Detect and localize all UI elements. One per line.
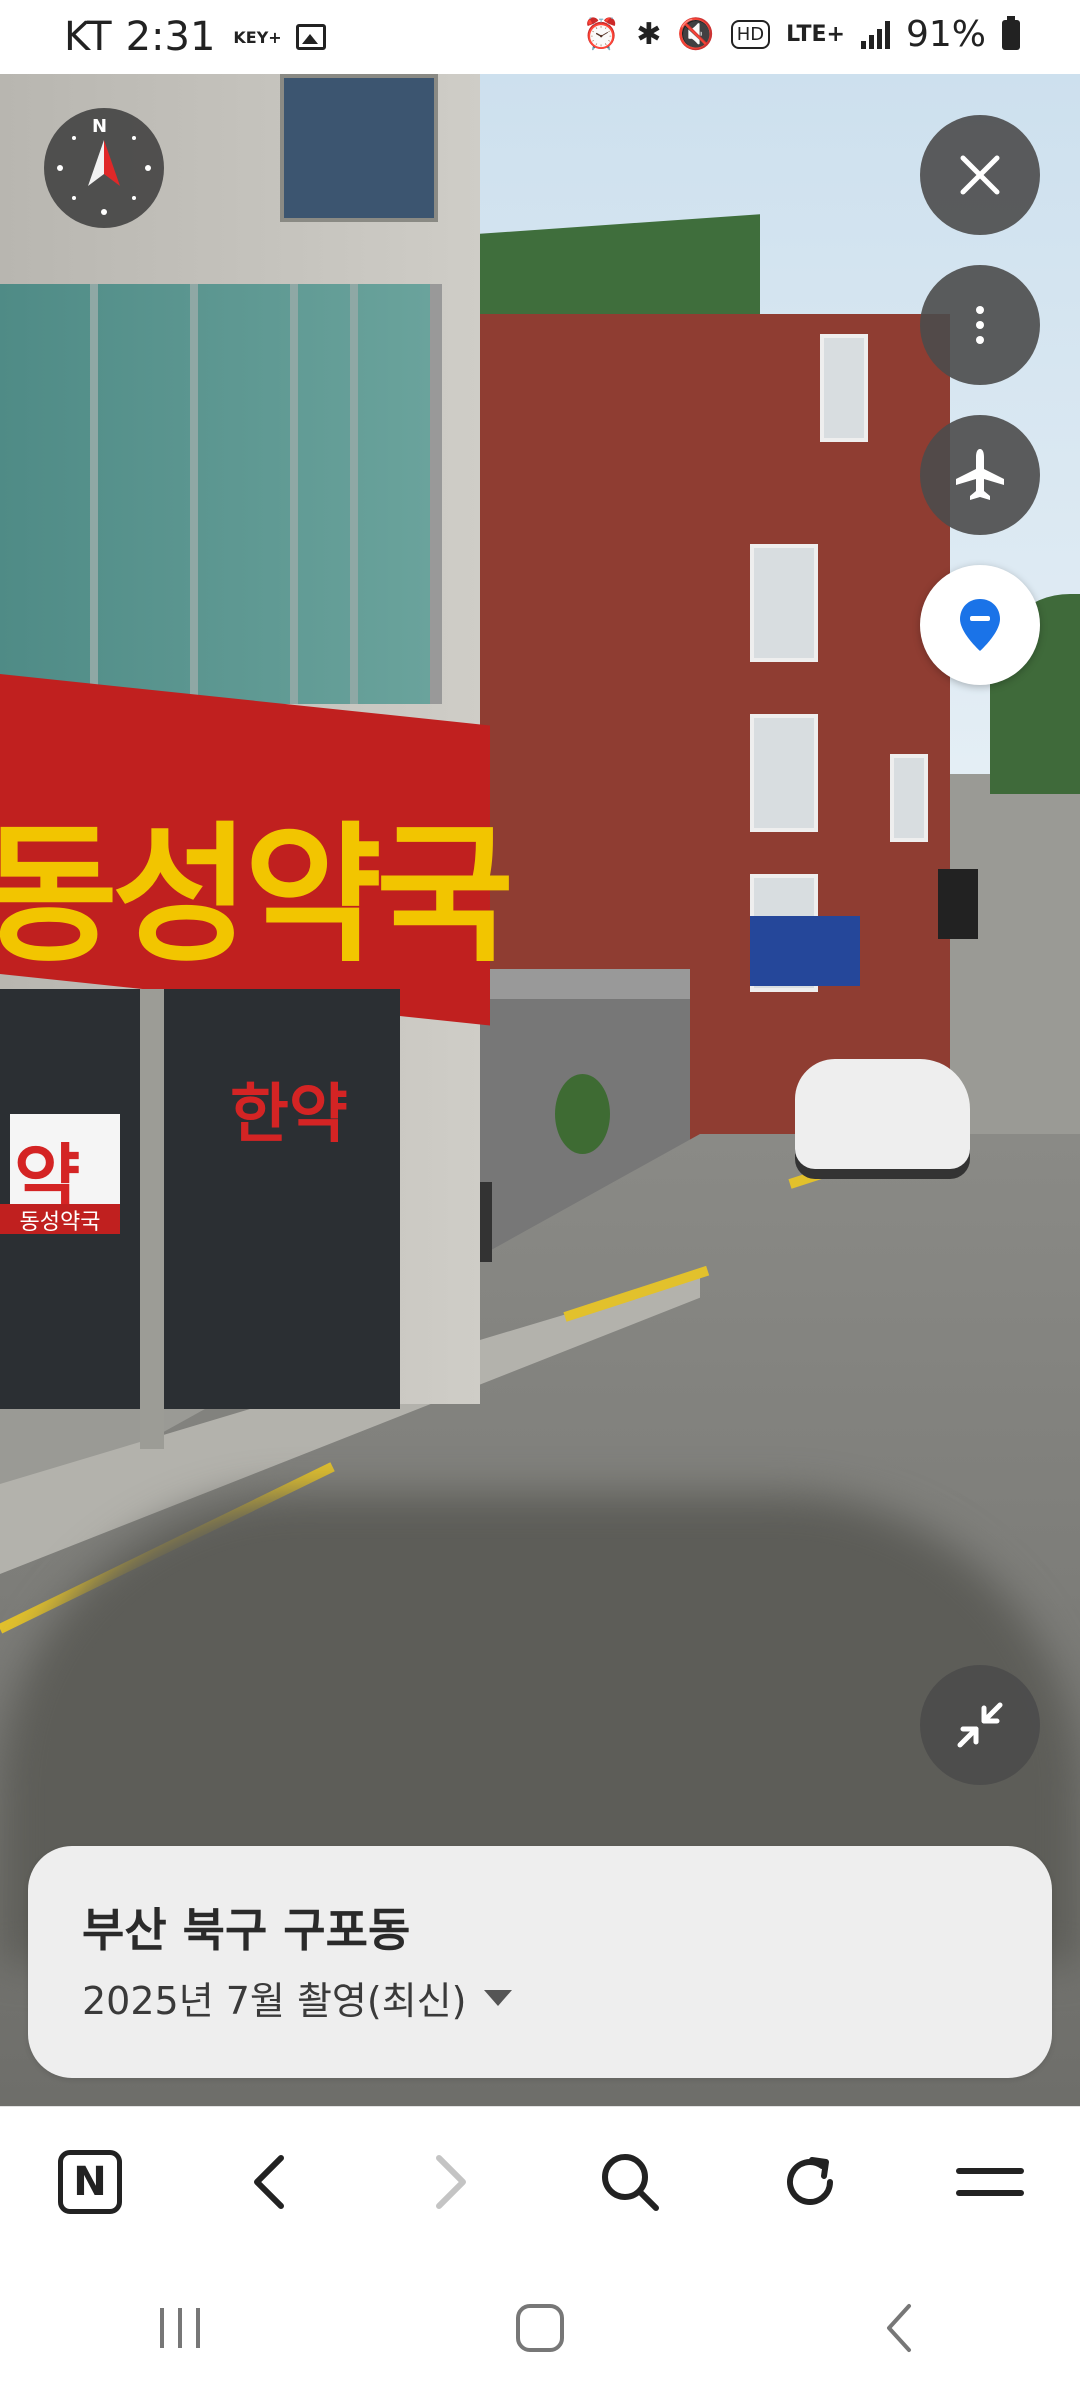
bluetooth-icon: ✱	[636, 17, 662, 52]
location-pin-icon	[960, 599, 1000, 651]
dropdown-arrow-icon	[484, 1989, 513, 2006]
alarm-icon: ⏰	[582, 17, 621, 52]
window-label: 동성약국	[0, 1204, 120, 1235]
building-window	[750, 714, 818, 832]
recent-apps-icon	[160, 2308, 200, 2348]
home-button[interactable]	[460, 2278, 620, 2378]
collapse-icon	[957, 1702, 1003, 1748]
close-icon	[960, 155, 1000, 195]
reload-button[interactable]	[750, 2122, 870, 2242]
potted-plant	[555, 1074, 610, 1154]
system-navigation-bar	[0, 2256, 1080, 2400]
parked-car	[795, 1059, 970, 1169]
network-type-label: LTE+	[786, 22, 845, 47]
street-view-panorama[interactable]: 동성약국 약 동성약국 한약	[0, 74, 1080, 2106]
window-hanyak-text: 한약	[230, 1078, 348, 1152]
capture-date-selector[interactable]: 2025년 7월 촬영(최신)	[82, 1970, 513, 2025]
aerial-view-button[interactable]	[920, 415, 1040, 535]
location-title: 부산 북구 구포동	[82, 1903, 411, 1957]
back-icon	[254, 2155, 284, 2209]
signal-icon	[860, 20, 890, 49]
battery-percent: 91%	[905, 14, 986, 55]
menu-button[interactable]	[930, 2122, 1050, 2242]
search-icon	[602, 2154, 659, 2211]
status-bar: KT 2:31 KEY+ ⏰ ✱ 🔇 HD LTE+ 91%	[0, 0, 1080, 74]
upper-window	[280, 74, 438, 222]
exit-fullscreen-button[interactable]	[920, 1665, 1040, 1785]
hd-voice-icon: HD	[730, 20, 771, 49]
recent-apps-button[interactable]	[100, 2278, 260, 2378]
status-right: ⏰ ✱ 🔇 HD LTE+ 91%	[583, 14, 1020, 55]
browser-toolbar: N	[0, 2106, 1080, 2257]
black-shop-sign	[938, 869, 978, 939]
pillar	[140, 989, 164, 1449]
green-window	[0, 284, 442, 704]
airplane-icon	[956, 449, 1004, 500]
mute-icon: 🔇	[677, 17, 715, 52]
building-window	[890, 754, 928, 842]
back-button[interactable]	[210, 2122, 330, 2242]
system-back-icon	[887, 2304, 911, 2352]
location-button[interactable]	[920, 565, 1040, 685]
status-left: KT 2:31 KEY+	[64, 14, 326, 60]
compass[interactable]: N	[44, 108, 164, 228]
more-vert-icon	[976, 306, 984, 344]
forward-button[interactable]	[390, 2122, 510, 2242]
capture-date-label: 2025년 7월 촬영(최신)	[82, 1979, 467, 2023]
naver-n-icon: N	[58, 2150, 122, 2214]
blue-shop-sign	[750, 916, 860, 986]
system-back-button[interactable]	[820, 2278, 980, 2378]
building-window	[820, 334, 868, 442]
close-button[interactable]	[920, 115, 1040, 235]
more-options-button[interactable]	[920, 265, 1040, 385]
location-info-card[interactable]: 부산 북구 구포동 2025년 7월 촬영(최신)	[28, 1846, 1052, 2078]
reload-icon	[787, 2157, 833, 2205]
image-notification-icon	[295, 24, 326, 50]
forward-icon	[436, 2155, 466, 2209]
battery-icon	[1002, 15, 1020, 50]
building-window	[750, 544, 818, 662]
clock: 2:31	[125, 14, 216, 60]
naver-home-button[interactable]: N	[30, 2122, 150, 2242]
home-icon	[516, 2304, 564, 2352]
search-button[interactable]	[570, 2122, 690, 2242]
carrier-label: KT	[64, 14, 112, 60]
compass-needle-icon	[57, 136, 151, 215]
menu-icon	[956, 2168, 1024, 2196]
pharmacy-sign-text: 동성약국	[0, 809, 514, 983]
key-indicator: KEY+	[233, 27, 282, 47]
